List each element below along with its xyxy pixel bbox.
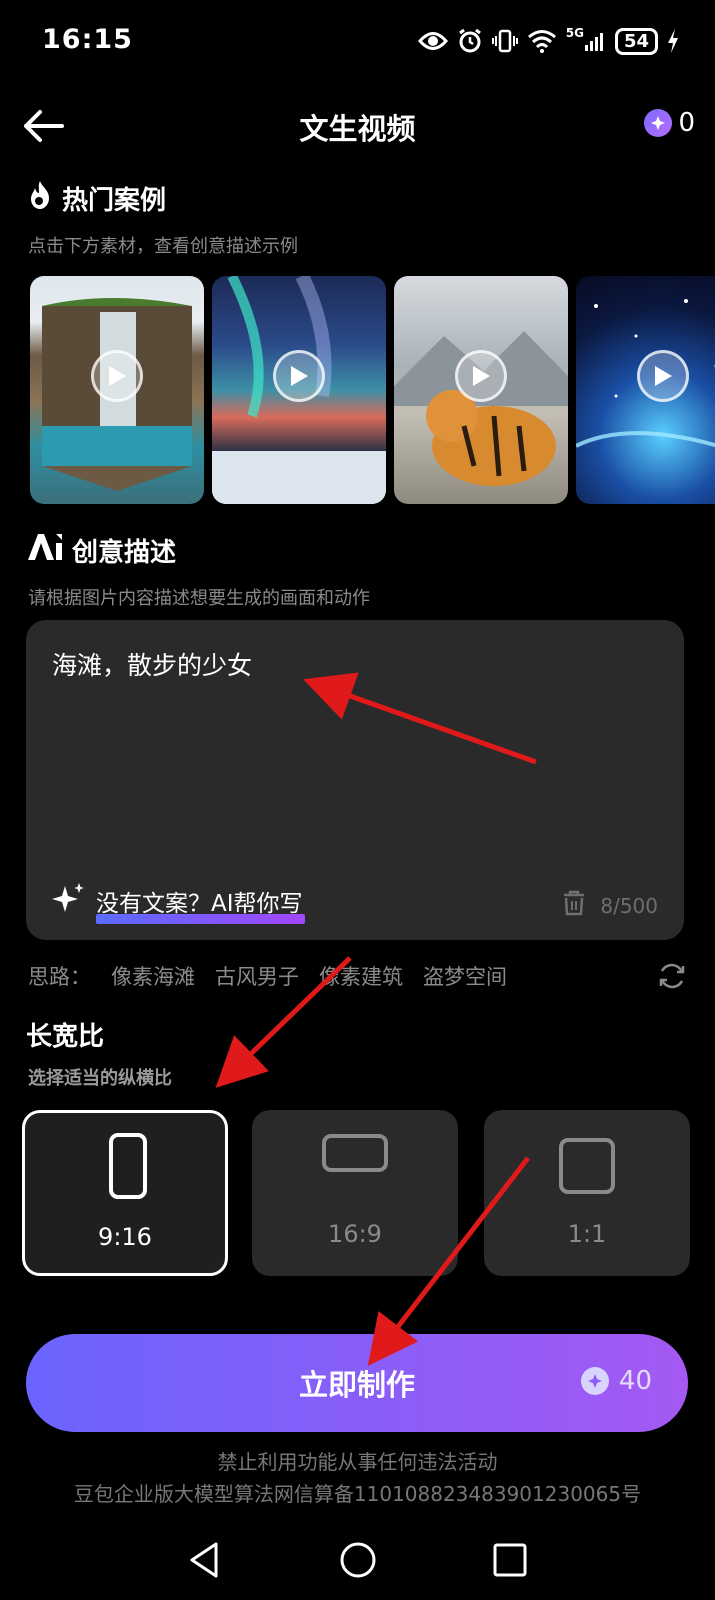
create-now-button[interactable]: 立即制作 40 bbox=[26, 1334, 688, 1432]
wifi-icon bbox=[527, 29, 557, 53]
ai-logo-icon bbox=[26, 533, 64, 568]
idea-chip[interactable]: 像素海滩 bbox=[111, 961, 195, 991]
status-time: 16:15 bbox=[42, 24, 133, 55]
play-icon bbox=[273, 350, 325, 403]
ideas-label: 思路： bbox=[28, 965, 91, 989]
creative-subtitle: 请根据图片内容描述想要生成的画面和动作 bbox=[28, 588, 370, 609]
creative-heading: 创意描述 bbox=[26, 532, 176, 569]
ai-write-button[interactable]: 没有文案？AI帮你写 bbox=[52, 882, 305, 924]
nav-home-button[interactable] bbox=[338, 1540, 378, 1580]
idea-chip[interactable]: 古风男子 bbox=[215, 961, 299, 991]
case-thumbnail-waterfall[interactable] bbox=[30, 276, 204, 504]
status-icons: 5G 54 bbox=[417, 24, 679, 58]
credit-coin-icon bbox=[644, 109, 673, 137]
hot-cases-subtitle: 点击下方素材，查看创意描述示例 bbox=[28, 236, 298, 257]
idea-chip[interactable]: 像素建筑 bbox=[319, 961, 403, 991]
credits-balance[interactable]: 0 bbox=[644, 108, 695, 138]
system-nav-bar bbox=[0, 1540, 715, 1600]
play-icon bbox=[637, 350, 689, 403]
prompt-value[interactable]: 海滩，散步的少女 bbox=[52, 646, 252, 682]
aspect-option-label: 1:1 bbox=[567, 1220, 607, 1248]
aspect-option-1-1[interactable]: 1:1 bbox=[484, 1110, 690, 1276]
footer-disclaimer: 禁止利用功能从事任何违法活动 bbox=[217, 1450, 498, 1474]
fire-icon bbox=[26, 180, 54, 217]
hot-cases-heading: 热门案例 bbox=[26, 180, 166, 217]
create-now-label: 立即制作 bbox=[298, 1368, 415, 1402]
status-bar: 16:15 5G 54 bbox=[0, 0, 715, 84]
battery-indicator: 54 bbox=[614, 27, 658, 55]
prompt-counter-area: 8/500 bbox=[562, 890, 658, 921]
square-recents-icon bbox=[493, 1543, 527, 1577]
portrait-frame-icon bbox=[109, 1133, 147, 1199]
footer-filing-number: 豆包企业版大模型算法网信算备110108823483901230065号 bbox=[73, 1482, 642, 1506]
square-frame-icon bbox=[559, 1138, 615, 1194]
hot-cases-title: 热门案例 bbox=[62, 186, 167, 216]
aspect-heading: 长宽比 bbox=[26, 1016, 104, 1053]
hot-cases-carousel[interactable] bbox=[30, 276, 715, 506]
vibrate-icon bbox=[491, 28, 518, 54]
char-counter: 8/500 bbox=[600, 893, 658, 918]
top-bar: 文生视频 0 bbox=[0, 90, 715, 162]
aspect-option-label: 16:9 bbox=[328, 1220, 382, 1248]
triangle-back-icon bbox=[190, 1542, 218, 1578]
create-cost-value: 40 bbox=[618, 1366, 652, 1396]
aspect-option-9-16[interactable]: 9:16 bbox=[22, 1110, 228, 1276]
refresh-ideas-button[interactable] bbox=[656, 960, 688, 992]
charging-icon bbox=[667, 29, 679, 53]
case-thumbnail-tiger[interactable] bbox=[394, 276, 568, 504]
eye-icon bbox=[417, 30, 448, 52]
case-thumbnail-aurora[interactable] bbox=[212, 276, 386, 504]
aspect-title: 长宽比 bbox=[26, 1022, 105, 1052]
prompt-textarea[interactable]: 海滩，散步的少女 没有文案？AI帮你写 8/500 bbox=[26, 620, 684, 940]
signal-icon: 5G bbox=[566, 26, 606, 52]
network-type: 5G bbox=[565, 26, 584, 40]
ideas-row: 思路： 像素海滩 古风男子 像素建筑 盗梦空间 bbox=[28, 960, 688, 992]
nav-recents-button[interactable] bbox=[490, 1540, 530, 1580]
alarm-icon bbox=[457, 28, 483, 54]
aspect-subtitle: 选择适当的纵横比 bbox=[28, 1068, 172, 1089]
sparkle-icon bbox=[52, 882, 86, 920]
battery-level: 54 bbox=[623, 30, 649, 52]
circle-home-icon bbox=[340, 1542, 376, 1578]
idea-chip[interactable]: 盗梦空间 bbox=[423, 961, 507, 991]
page-title: 文生视频 bbox=[299, 112, 416, 146]
trash-icon[interactable] bbox=[562, 890, 586, 921]
creative-title: 创意描述 bbox=[72, 538, 177, 568]
play-icon bbox=[455, 350, 507, 403]
credit-cost-icon bbox=[580, 1367, 609, 1395]
play-icon bbox=[91, 350, 143, 403]
landscape-frame-icon bbox=[322, 1134, 388, 1172]
aspect-option-label: 9:16 bbox=[98, 1223, 152, 1251]
nav-back-button[interactable] bbox=[186, 1540, 226, 1580]
case-thumbnail-galaxy[interactable] bbox=[576, 276, 715, 504]
credits-count: 0 bbox=[678, 108, 695, 138]
aspect-option-16-9[interactable]: 16:9 bbox=[252, 1110, 458, 1276]
create-cost: 40 bbox=[580, 1366, 652, 1396]
refresh-icon bbox=[659, 963, 685, 989]
ai-write-label: 没有文案？AI帮你写 bbox=[96, 891, 303, 917]
